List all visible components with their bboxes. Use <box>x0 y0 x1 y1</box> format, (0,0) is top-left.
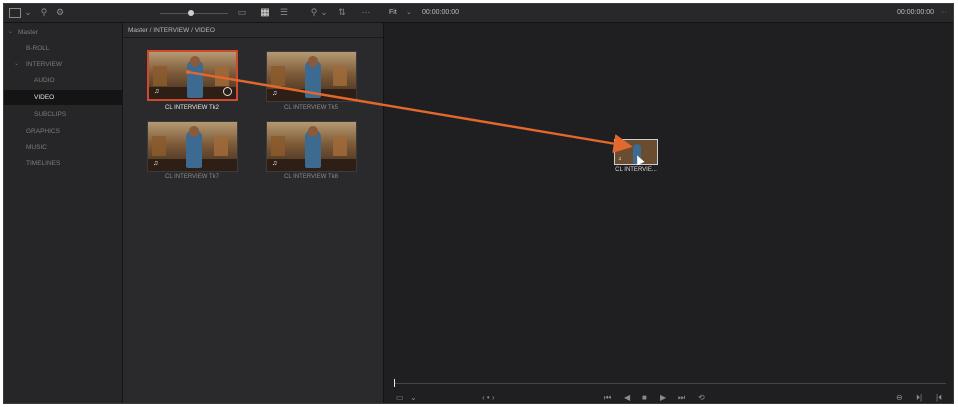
sidebar-item-timelines[interactable]: TIMELINES <box>4 156 122 171</box>
first-frame-icon[interactable]: ⏮ <box>604 393 611 403</box>
divider <box>123 37 383 38</box>
reverse-icon[interactable]: ◀ <box>624 393 630 403</box>
match-frame-icon[interactable]: ⊖ <box>896 393 903 403</box>
sort-icon[interactable]: ⇅ <box>336 7 348 18</box>
sidebar-item-graphics[interactable]: GRAPHICS <box>4 124 122 139</box>
clip-thumbnail[interactable]: ♫ <box>147 50 238 101</box>
search-icon[interactable]: ⚲ <box>309 7 319 18</box>
sidebar-item-label: GRAPHICS <box>26 128 60 135</box>
sidebar-item-label: SUBCLIPS <box>34 111 67 118</box>
clip-thumbnail[interactable]: ♫ <box>266 121 357 172</box>
chevron-down-icon[interactable]: ⌄ <box>406 8 412 17</box>
play-icon[interactable]: ▶ <box>660 393 666 403</box>
audio-icon: ♫ <box>272 160 278 167</box>
sidebar-item-label: TIMELINES <box>26 160 61 167</box>
chevron-down-icon[interactable]: ⌄ <box>320 7 328 18</box>
sidebar-item-label: MUSIC <box>26 144 47 151</box>
person-head <box>308 56 318 67</box>
person-head <box>308 126 318 137</box>
chevron-down-icon[interactable]: ⌄ <box>410 393 417 403</box>
sidebar-item-subclips[interactable]: SUBCLIPS <box>4 107 122 122</box>
toolbar: ⌄ ⚲ ⚙ ▭ ▦ ☰ ⚲ ⌄ ⇅ ··· Fit ⌄ 00:00:00:00 … <box>4 4 953 23</box>
breadcrumb: Master / INTERVIEW / VIDEO <box>128 27 215 34</box>
sidebar-item-label: Master <box>18 29 38 36</box>
metadata-icon[interactable]: ⚲ <box>39 7 49 18</box>
playhead[interactable] <box>394 379 395 387</box>
media-page-window: ⌄ ⚲ ⚙ ▭ ▦ ☰ ⚲ ⌄ ⇅ ··· Fit ⌄ 00:00:00:00 … <box>3 3 954 404</box>
sidebar-item-label: INTERVIEW <box>26 61 62 68</box>
sidebar-item-label: B-ROLL <box>26 45 50 52</box>
metadata-view-icon[interactable]: ▭ <box>236 7 248 18</box>
panel-layout-icon[interactable] <box>9 8 21 18</box>
bin-list: ⌄ Master B-ROLL ⌄ INTERVIEW AUDIO VIDEO … <box>4 23 123 403</box>
shelf <box>214 136 228 156</box>
slider-knob[interactable] <box>188 10 194 16</box>
person-head <box>189 126 199 137</box>
chevron-down-icon[interactable]: ⌄ <box>24 7 32 18</box>
thumbnail-view-icon[interactable]: ▦ <box>259 7 271 18</box>
mark-out-icon[interactable]: |⏴ <box>936 393 942 403</box>
sidebar-item-interview[interactable]: ⌄ INTERVIEW <box>4 57 122 72</box>
clip-name: CL INTERVIEW Tk8 <box>284 174 338 180</box>
clip-name: CL INTERVIEW Tk5 <box>284 105 338 111</box>
record-timecode: 00:00:00:00 <box>897 9 934 16</box>
shelf <box>152 136 166 156</box>
clip-thumbnail[interactable]: ♫ <box>266 51 357 102</box>
sidebar-item-video[interactable]: VIDEO <box>4 90 122 105</box>
shelf <box>153 66 167 86</box>
last-frame-icon[interactable]: ⏭ <box>678 393 685 403</box>
source-timecode: 00:00:00:00 <box>422 9 459 16</box>
sidebar-item-label: VIDEO <box>34 94 55 101</box>
sidebar-item-b-roll[interactable]: B-ROLL <box>4 41 122 56</box>
audio-icon: ♫ <box>272 90 278 97</box>
audio-icon: ♫ <box>618 156 622 162</box>
chevron-down-icon[interactable]: ⌄ <box>8 25 13 40</box>
settings-icon[interactable]: ⚙ <box>55 7 65 18</box>
media-pool: Master / INTERVIEW / VIDEO ♫ CL INTERVIE… <box>123 23 384 403</box>
clip-name: CL INTERVIEW Tk7 <box>165 174 219 180</box>
shelf <box>215 66 229 86</box>
drag-preview-label: CL INTERVIE... <box>615 167 657 173</box>
scrubber-bar[interactable] <box>394 383 946 384</box>
clip-name: CL INTERVIEW Tk2 <box>165 105 219 111</box>
sidebar-item-label: AUDIO <box>34 77 55 84</box>
jog-control[interactable]: ‹ • › <box>482 393 495 403</box>
audio-icon: ♫ <box>154 88 160 95</box>
sidebar-item-master[interactable]: ⌄ Master <box>4 25 122 40</box>
person-head <box>190 56 200 67</box>
shelf <box>271 66 285 86</box>
shelf <box>271 136 285 156</box>
viewer-options-icon[interactable]: ··· <box>940 8 947 17</box>
sidebar-item-music[interactable]: MUSIC <box>4 140 122 155</box>
shelf <box>333 66 347 86</box>
stop-icon[interactable]: ■ <box>642 393 647 403</box>
chevron-down-icon[interactable]: ⌄ <box>14 57 19 72</box>
thumbnail-size-slider[interactable] <box>160 13 228 14</box>
more-icon[interactable]: ··· <box>360 7 372 18</box>
clip-thumbnail[interactable]: ♫ <box>147 121 238 172</box>
source-viewer[interactable]: ♫ CL INTERVIE... ▭ ⌄ ‹ • › ⏮ ◀ ■ ▶ ⏭ ⟲ ⊖… <box>384 23 953 403</box>
mark-in-icon[interactable]: ⏵| <box>916 393 922 403</box>
clip-status-icon <box>223 87 232 96</box>
shelf <box>333 136 347 156</box>
list-view-icon[interactable]: ☰ <box>278 7 290 18</box>
loop-icon[interactable]: ⟲ <box>698 393 705 403</box>
zoom-fit-select[interactable]: Fit <box>389 8 397 17</box>
viewer-size-icon[interactable]: ▭ <box>396 393 404 403</box>
sidebar-item-audio[interactable]: AUDIO <box>4 73 122 88</box>
audio-icon: ♫ <box>153 160 159 167</box>
